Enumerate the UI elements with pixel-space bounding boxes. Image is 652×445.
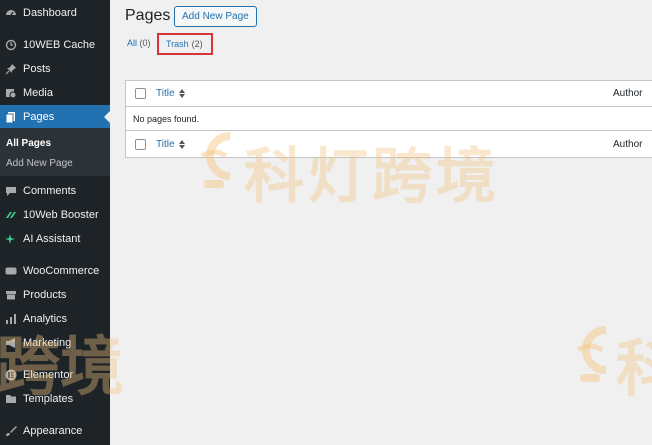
title-column-label: Title	[156, 88, 175, 99]
sidebar-item-products[interactable]: Products	[0, 283, 110, 307]
title-column-footer[interactable]: Title	[156, 139, 185, 150]
sparkle-icon	[4, 232, 18, 246]
sidebar-item-label: AI Assistant	[23, 233, 81, 245]
sidebar-item-label: Comments	[23, 185, 77, 197]
sidebar-item-10web-cache[interactable]: 10WEB Cache	[0, 33, 110, 57]
megaphone-icon	[4, 336, 18, 350]
sidebar-item-marketing[interactable]: Marketing	[0, 331, 110, 355]
sidebar-item-appearance[interactable]: Appearance	[0, 419, 110, 443]
sidebar-item-label: WooCommerce	[23, 265, 100, 277]
select-all-checkbox[interactable]	[135, 88, 146, 99]
sidebar-item-analytics[interactable]: Analytics	[0, 307, 110, 331]
add-new-page-button[interactable]: Add New Page	[174, 6, 257, 27]
admin-sidebar: Dashboard 10WEB Cache Posts Media Pages …	[0, 0, 110, 445]
sidebar-item-label: 10Web Booster	[23, 209, 99, 221]
sidebar-item-label: Media	[23, 87, 53, 99]
sort-arrows-icon	[178, 89, 185, 98]
sidebar-item-elementor[interactable]: Elementor	[0, 363, 110, 387]
pages-icon	[4, 110, 18, 124]
title-column-header[interactable]: Title	[156, 88, 185, 99]
sidebar-item-label: Templates	[23, 393, 74, 405]
sort-arrows-icon	[178, 139, 185, 149]
sidebar-item-comments[interactable]: Comments	[0, 179, 110, 203]
status-filter-all: All (0)	[127, 38, 151, 48]
pages-submenu: All Pages Add New Page	[0, 128, 110, 176]
sidebar-item-label: Analytics	[23, 313, 68, 325]
sidebar-item-label: 10WEB Cache	[23, 39, 96, 51]
no-items-message: No pages found.	[133, 113, 200, 124]
author-column-header: Author	[613, 88, 643, 99]
sidebar-item-posts[interactable]: Posts	[0, 57, 110, 81]
sidebar-item-label: Dashboard	[23, 7, 77, 19]
table-header-row: Title Author	[126, 81, 652, 107]
bar-chart-icon	[4, 312, 18, 326]
filter-all-link[interactable]: All	[127, 38, 137, 48]
filter-all-count: (0)	[139, 38, 151, 48]
archive-icon	[4, 288, 18, 302]
sidebar-item-ai-assistant[interactable]: AI Assistant	[0, 227, 110, 251]
sidebar-item-woocommerce[interactable]: WooCommerce	[0, 259, 110, 283]
sidebar-item-dashboard[interactable]: Dashboard	[0, 1, 110, 25]
booster-icon	[4, 208, 18, 222]
table-footer-row: Title Author	[126, 131, 652, 157]
sidebar-item-media[interactable]: Media	[0, 81, 110, 105]
folder-icon	[4, 392, 18, 406]
table-row: No pages found.	[126, 107, 652, 131]
submenu-add-new-page[interactable]: Add New Page	[6, 158, 73, 169]
brush-icon	[4, 424, 18, 438]
trash-filter-highlight: Trash (2)	[157, 33, 213, 55]
submenu-all-pages[interactable]: All Pages	[6, 138, 51, 149]
comment-icon	[4, 184, 18, 198]
sidebar-item-label: Elementor	[23, 369, 74, 381]
page-title: Pages	[125, 7, 171, 24]
cache-icon	[4, 38, 18, 52]
filter-trash-count: (2)	[191, 39, 203, 49]
main-content: Pages Add New Page All (0) Trash (2) Tit…	[110, 0, 652, 445]
sidebar-item-label: Appearance	[23, 425, 83, 437]
title-column-label: Title	[156, 138, 175, 150]
pages-table: Title Author No pages found. Title Autho…	[125, 80, 652, 158]
dashboard-icon	[4, 6, 18, 20]
sidebar-item-pages[interactable]: Pages	[0, 105, 110, 129]
woocommerce-icon	[4, 264, 18, 278]
filter-trash-link[interactable]: Trash	[166, 39, 189, 49]
author-column-footer: Author	[613, 138, 643, 150]
sidebar-item-templates[interactable]: Templates	[0, 387, 110, 411]
sidebar-item-label: Posts	[23, 63, 51, 75]
sidebar-item-10web-booster[interactable]: 10Web Booster	[0, 203, 110, 227]
elementor-icon	[4, 368, 18, 382]
media-icon	[4, 86, 18, 100]
sidebar-item-label: Products	[23, 289, 67, 301]
sidebar-item-label: Pages	[23, 111, 55, 123]
select-all-checkbox-footer[interactable]	[135, 138, 146, 150]
pin-icon	[4, 62, 18, 76]
sidebar-item-label: Marketing	[23, 337, 72, 349]
